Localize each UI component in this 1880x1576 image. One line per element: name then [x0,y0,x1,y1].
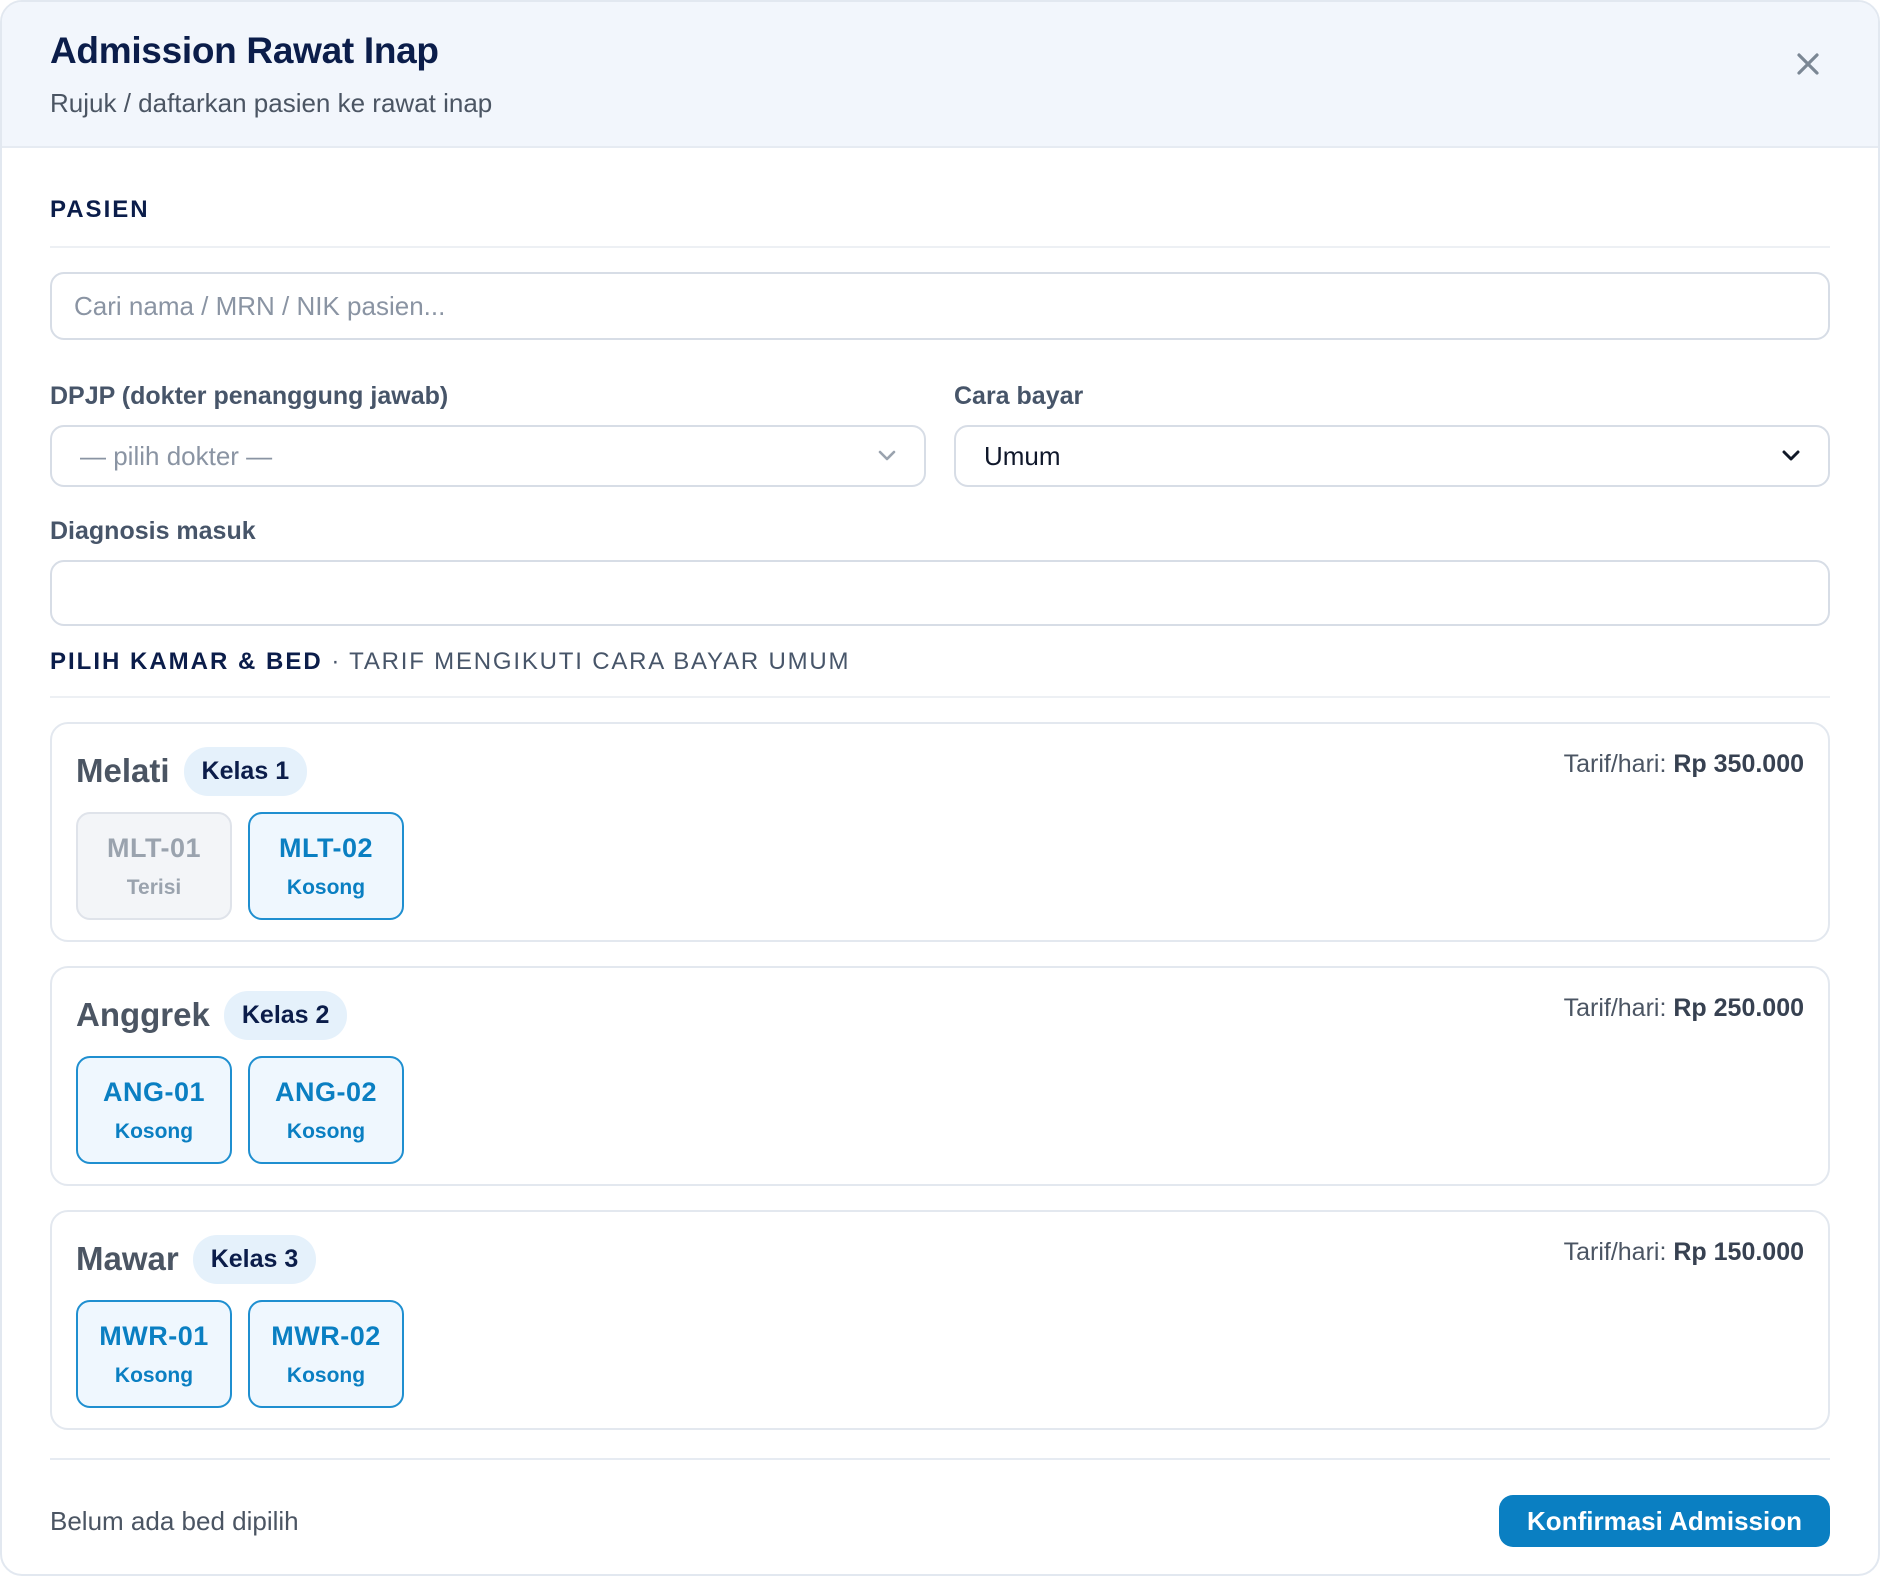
chevron-down-icon [1782,450,1800,461]
tariff-value: Rp 150.000 [1673,1238,1804,1266]
room-card-melati: Melati Kelas 1 Tarif/hari: Rp 350.000 ML… [50,722,1830,942]
bed-code: ANG-01 [102,1076,206,1107]
room-card-mawar: Mawar Kelas 3 Tarif/hari: Rp 150.000 MWR… [50,1210,1830,1430]
payment-label: Cara bayar [954,382,1084,410]
rooms-heading-text: PILIH KAMAR & BED [50,648,323,675]
bed-ang-01[interactable]: ANG-01 Kosong [76,1056,232,1164]
bed-code: MLT-01 [106,832,201,863]
bed-status: Terisi [126,875,182,899]
bed-mwr-01[interactable]: MWR-01 Kosong [76,1300,232,1408]
room-card-anggrek: Anggrek Kelas 2 Tarif/hari: Rp 250.000 A… [50,966,1830,1186]
room-tariff: Tarif/hari: Rp 150.000 [1564,1238,1804,1267]
diagnosis-label: Diagnosis masuk [50,517,256,545]
modal-header: Admission Rawat Inap Rujuk / daftarkan p… [2,2,1878,148]
bed-ang-02[interactable]: ANG-02 Kosong [248,1056,404,1164]
tariff-label: Tarif/hari: [1563,994,1667,1022]
bed-list: MWR-01 Kosong MWR-02 Kosong [76,1300,1804,1408]
patient-section-heading: PASIEN [50,148,1830,248]
close-button[interactable] [1786,42,1830,86]
bed-mlt-02[interactable]: MLT-02 Kosong [248,812,404,920]
tariff-value: Rp 350.000 [1673,750,1804,778]
room-class-badge: Kelas 1 [183,746,308,796]
bed-status: Kosong [286,1119,366,1143]
dpjp-select[interactable]: — pilih dokter — [50,425,926,487]
bed-code: MLT-02 [278,832,373,863]
dpjp-payment-row: DPJP (dokter penanggung jawab) — pilih d… [50,382,1830,487]
tariff-label: Tarif/hari: [1563,750,1667,778]
chevron-down-icon [878,450,896,461]
admission-modal: Admission Rawat Inap Rujuk / daftarkan p… [0,0,1880,1576]
diagnosis-input[interactable] [50,560,1830,626]
modal-subtitle: Rujuk / daftarkan pasien ke rawat inap [50,88,493,118]
room-list: Melati Kelas 1 Tarif/hari: Rp 350.000 ML… [50,722,1830,1430]
modal-footer: Belum ada bed dipilih Konfirmasi Admissi… [50,1458,1830,1558]
bed-code: MWR-02 [271,1320,381,1351]
payment-select-value: Umum [984,440,1061,471]
close-icon [1797,53,1819,75]
room-name: Mawar [76,1240,179,1277]
bed-status: Kosong [114,1363,194,1387]
payment-field: Cara bayar Umum [954,382,1830,487]
bed-status: Kosong [286,875,366,899]
dpjp-select-value: — pilih dokter — [80,440,273,471]
modal-title: Admission Rawat Inap [50,30,439,71]
room-name: Melati [76,752,170,789]
modal-body: PASIEN DPJP (dokter penanggung jawab) — … [2,148,1878,1430]
rooms-subheading: · TARIF MENGIKUTI CARA BAYAR UMUM [331,648,851,675]
bed-status: Kosong [286,1363,366,1387]
selection-status: Belum ada bed dipilih [50,1505,299,1536]
bed-status: Kosong [114,1119,194,1143]
patient-search-input[interactable] [50,272,1830,340]
room-tariff: Tarif/hari: Rp 250.000 [1564,994,1804,1023]
bed-list: MLT-01 Terisi MLT-02 Kosong [76,812,1804,920]
tariff-label: Tarif/hari: [1563,1238,1667,1266]
room-class-badge: Kelas 2 [223,990,348,1040]
bed-code: MWR-01 [99,1320,209,1351]
dpjp-field: DPJP (dokter penanggung jawab) — pilih d… [50,382,926,487]
room-name: Anggrek [76,996,210,1033]
bed-code: ANG-02 [274,1076,378,1107]
confirm-admission-button[interactable]: Konfirmasi Admission [1499,1495,1830,1547]
bed-list: ANG-01 Kosong ANG-02 Kosong [76,1056,1804,1164]
bed-mlt-01[interactable]: MLT-01 Terisi [76,812,232,920]
tariff-value: Rp 250.000 [1673,994,1804,1022]
dpjp-label: DPJP (dokter penanggung jawab) [50,382,449,410]
payment-select[interactable]: Umum [954,425,1830,487]
room-class-badge: Kelas 3 [192,1234,317,1284]
room-tariff: Tarif/hari: Rp 350.000 [1564,750,1804,779]
rooms-section-heading: PILIH KAMAR & BED · TARIF MENGIKUTI CARA… [50,626,1830,698]
bed-mwr-02[interactable]: MWR-02 Kosong [248,1300,404,1408]
